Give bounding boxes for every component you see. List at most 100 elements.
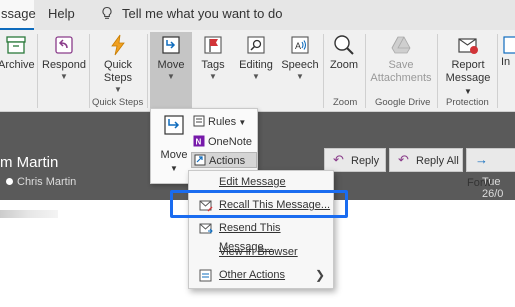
quick-steps-button[interactable]: Quick Steps ▼: [96, 34, 140, 94]
zoom-label: Zoom: [329, 59, 359, 71]
separator: [89, 34, 90, 108]
resend-message-icon: [199, 223, 213, 234]
separator: [323, 34, 324, 108]
quick-steps-group-label: Quick Steps: [92, 97, 144, 108]
chevron-down-icon: ▼: [236, 118, 247, 127]
actions-menu-item[interactable]: Actions ▼: [191, 152, 257, 183]
onenote-menu-item[interactable]: N OneNote: [191, 134, 252, 150]
save-attachments-button[interactable]: Save Attachments: [370, 34, 432, 85]
flag-icon: [204, 36, 222, 54]
read-aloud-icon: A: [291, 36, 309, 54]
tab-help[interactable]: Help: [48, 0, 75, 30]
report-message-icon: [458, 38, 478, 54]
recall-highlight-box: [170, 190, 348, 218]
move-menu-label: Move: [160, 149, 188, 161]
reply-button[interactable]: ↶ Reply: [324, 148, 386, 172]
zoom-icon: [334, 35, 354, 55]
tags-button[interactable]: Tags ▼: [196, 34, 230, 81]
chevron-down-icon: ▼: [252, 72, 260, 81]
editing-button[interactable]: Editing ▼: [236, 34, 276, 81]
rules-icon: [193, 115, 205, 127]
tell-me-search[interactable]: Tell me what you want to do: [100, 0, 282, 30]
quick-steps-label-line1: Quick: [103, 59, 133, 71]
chevron-down-icon: ▼: [464, 87, 472, 96]
forward-arrow-icon: →: [475, 152, 488, 167]
resend-message-item[interactable]: Resend This Message...: [189, 219, 333, 253]
chevron-down-icon: ▼: [296, 72, 304, 81]
forward-label: Forw: [467, 177, 492, 189]
chevron-down-icon: ▼: [167, 72, 175, 81]
save-attachments-label-line1: Save: [388, 59, 414, 71]
onenote-icon: N: [193, 135, 205, 147]
respond-label: Respond: [42, 59, 87, 71]
separator: [437, 34, 438, 108]
magnifier-icon: [247, 36, 265, 54]
separator: [147, 34, 148, 108]
reply-all-button[interactable]: ↶ Reply All: [389, 148, 463, 172]
sender-name: m Martin: [0, 154, 59, 171]
zoom-group-label: Zoom: [333, 97, 358, 108]
archive-button[interactable]: Archive: [0, 34, 35, 72]
move-button[interactable]: Move ▼: [150, 34, 192, 81]
zoom-button[interactable]: Zoom: [328, 34, 360, 72]
actions-submenu: Edit Message Recall This Message... Rese…: [188, 170, 334, 289]
insights-label: In: [501, 56, 511, 68]
chevron-right-icon: ❯: [314, 268, 325, 282]
actions-icon: [194, 154, 206, 166]
edit-message-label: Edit Message: [219, 176, 286, 188]
actions-label: Actions: [209, 155, 246, 167]
rules-label: Rules: [208, 116, 237, 128]
reply-all-arrow-icon: ↶: [398, 152, 409, 167]
report-message-button[interactable]: Report Message ▼: [442, 34, 494, 98]
ribbon: Archive Respond ▼ Quick Steps ▼ Quick St…: [0, 30, 515, 112]
reply-all-label: Reply All: [416, 155, 459, 167]
other-actions-icon: [199, 269, 212, 282]
tags-label: Tags: [201, 59, 225, 71]
lightbulb-icon: [102, 6, 112, 19]
separator: [37, 34, 38, 108]
svg-text:N: N: [196, 138, 202, 147]
insights-button[interactable]: In: [501, 34, 515, 69]
reply-label: Reply: [351, 155, 380, 167]
ribbon-tab-row: ssage Help Tell me what you want to do: [0, 0, 515, 30]
editing-label: Editing: [239, 59, 273, 71]
reply-arrow-icon: ↶: [333, 152, 344, 167]
insights-icon: [503, 36, 515, 54]
move-icon: [164, 115, 184, 135]
onenote-label: OneNote: [208, 136, 253, 148]
lightning-icon: [111, 34, 125, 56]
protection-group-label: Protection: [446, 97, 489, 108]
archive-icon: [6, 36, 26, 54]
view-in-browser-item[interactable]: View in Browser: [189, 243, 333, 262]
google-drive-group-label: Google Drive: [375, 97, 431, 108]
rules-menu-item[interactable]: Rules ▼: [191, 114, 246, 130]
archive-label: Archive: [0, 59, 35, 71]
report-message-label-line2: Message: [445, 72, 491, 84]
tell-me-label: Tell me what you want to do: [122, 6, 283, 21]
tab-message[interactable]: ssage: [0, 0, 36, 30]
quick-steps-label-line2: Steps: [103, 72, 133, 84]
view-in-browser-label: View in Browser: [219, 246, 298, 258]
separator: [497, 34, 498, 108]
move-large-button[interactable]: Move ▼: [157, 113, 191, 175]
respond-button[interactable]: Respond ▼: [42, 34, 86, 81]
respond-icon: [55, 36, 73, 54]
separator: [365, 34, 366, 108]
speech-label: Speech: [281, 59, 319, 71]
other-actions-label: Other Actions: [219, 269, 286, 281]
google-drive-icon: [391, 36, 411, 54]
move-icon: [162, 36, 180, 54]
move-label: Move: [157, 59, 185, 71]
blurred-text: [0, 210, 58, 218]
chevron-down-icon: ▼: [60, 72, 68, 81]
report-message-label-line1: Report: [451, 59, 485, 71]
forward-button[interactable]: → Forw: [466, 148, 515, 189]
other-actions-item[interactable]: Other Actions ❯: [189, 266, 333, 285]
chevron-down-icon: ▼: [209, 72, 217, 81]
chevron-down-icon: ▼: [114, 85, 122, 94]
presence-dot-icon: [6, 178, 13, 185]
chevron-down-icon: ▼: [170, 164, 178, 173]
recipient-line: Chris Martin: [0, 176, 76, 188]
speech-button[interactable]: A Speech ▼: [280, 34, 320, 81]
svg-text:A: A: [295, 41, 301, 51]
